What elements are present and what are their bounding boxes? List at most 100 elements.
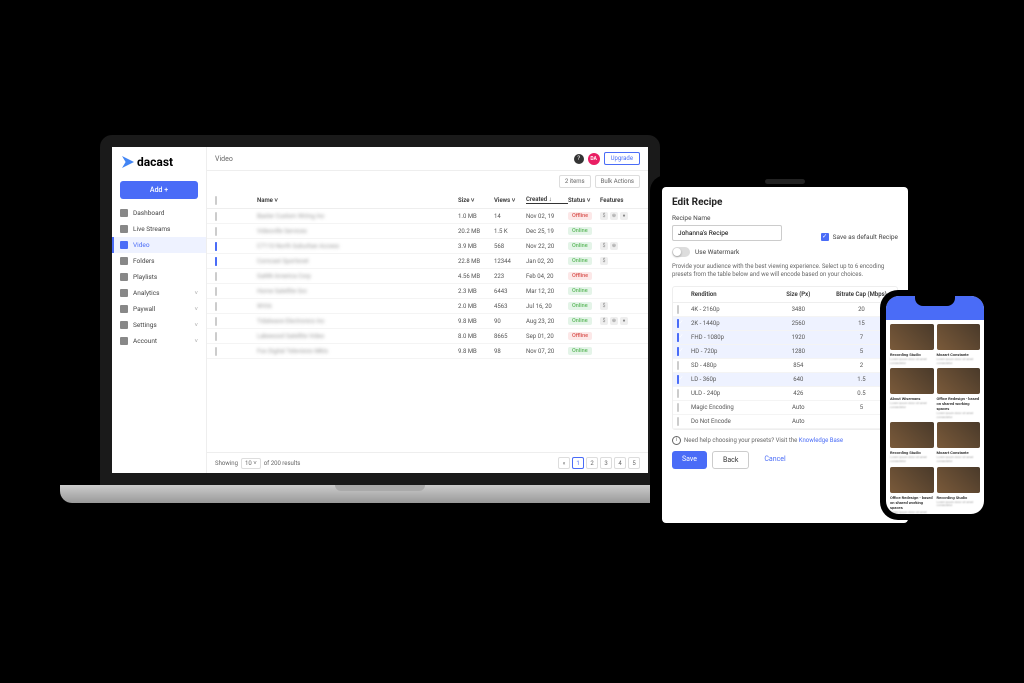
row-checkbox[interactable]	[215, 272, 217, 281]
rendition-row[interactable]: Magic EncodingAuto5	[673, 401, 897, 415]
media-card[interactable]: Mozart ConstanteLorem ipsum dolor sit am…	[937, 422, 981, 463]
rendition-row[interactable]: LD - 360p6401.5	[673, 373, 897, 387]
table-row[interactable]: Baxter Custom Wiring Inc1.0 MB14Nov 02, …	[207, 209, 648, 224]
nav-icon	[120, 209, 128, 217]
select-all-checkbox[interactable]	[215, 196, 217, 205]
chevron-down-icon: ˅	[194, 322, 198, 329]
nav-item-analytics[interactable]: Analytics˅	[112, 285, 206, 301]
status-badge: Online	[568, 302, 592, 310]
watermark-toggle[interactable]	[672, 247, 690, 257]
nav-item-settings[interactable]: Settings˅	[112, 317, 206, 333]
nav-icon	[120, 321, 128, 329]
media-card[interactable]: Office Redesign - based on shared workin…	[937, 368, 981, 419]
page-title: Video	[215, 155, 233, 163]
row-checkbox[interactable]	[215, 332, 217, 341]
row-checkbox[interactable]	[215, 302, 217, 311]
page-number[interactable]: 3	[600, 457, 612, 469]
page-number[interactable]: 2	[586, 457, 598, 469]
rendition-row[interactable]: FHD - 1080p19207	[673, 331, 897, 345]
media-card[interactable]: Recording StudioLorem ipsum dolor sit am…	[937, 467, 981, 514]
col-created[interactable]: Created ↓	[526, 196, 568, 204]
row-checkbox[interactable]	[215, 317, 217, 326]
page-number[interactable]: 5	[628, 457, 640, 469]
table-row[interactable]: Comcast Sportsnet22.8 MB12344Jan 02, 20O…	[207, 254, 648, 269]
col-status[interactable]: Status ˅	[568, 197, 600, 204]
avatar[interactable]: DA	[588, 153, 600, 165]
logo-icon	[122, 156, 134, 168]
nav-item-playlists[interactable]: Playlists	[112, 269, 206, 285]
rendition-row[interactable]: ULD - 240p4260.5	[673, 387, 897, 401]
media-card[interactable]: Office Redesign - based on shared workin…	[890, 467, 934, 514]
status-badge: Online	[568, 257, 592, 265]
rendition-checkbox[interactable]	[677, 347, 679, 356]
chevron-down-icon: ˅	[194, 338, 198, 345]
table-row[interactable]: Tidalwave Electronics Inc9.8 MB90Aug 23,…	[207, 314, 648, 329]
table-row[interactable]: Home Satellite Svc2.3 MB6443Mar 12, 20On…	[207, 284, 648, 299]
help-icon[interactable]: ?	[574, 154, 584, 164]
table-row[interactable]: Lakewood Satellite Video8.0 MB8665Sep 01…	[207, 329, 648, 344]
table-row[interactable]: C7110 North Suburban Access3.9 MB568Nov …	[207, 239, 648, 254]
per-page-select[interactable]: 10 ˅	[241, 458, 261, 469]
row-checkbox[interactable]	[215, 257, 217, 266]
rendition-checkbox[interactable]	[677, 417, 679, 426]
col-views[interactable]: Views ˅	[494, 197, 526, 204]
row-checkbox[interactable]	[215, 227, 217, 236]
feature-icon: ⊕	[610, 242, 618, 250]
media-card[interactable]: Recording StudioLorem ipsum dolor sit am…	[890, 422, 934, 463]
rendition-row[interactable]: Do Not EncodeAuto	[673, 415, 897, 429]
row-checkbox[interactable]	[215, 242, 217, 251]
video-table: Name ˅ Size ˅ Views ˅ Created ↓ Status ˅…	[207, 192, 648, 452]
rendition-checkbox[interactable]	[677, 389, 679, 398]
nav-item-folders[interactable]: Folders	[112, 253, 206, 269]
rendition-checkbox[interactable]	[677, 333, 679, 342]
status-badge: Offline	[568, 272, 592, 280]
media-card[interactable]: Mozart ConstanteLorem ipsum dolor sit am…	[937, 324, 981, 365]
modal-title: Edit Recipe	[672, 197, 898, 208]
rendition-row[interactable]: 2K - 1440p256015	[673, 317, 897, 331]
rendition-checkbox[interactable]	[677, 361, 679, 370]
feature-icon: $	[600, 212, 608, 220]
bulk-actions-button[interactable]: Bulk Actions	[595, 175, 640, 188]
nav-icon	[120, 257, 128, 265]
page-number[interactable]: 4	[614, 457, 626, 469]
cancel-button[interactable]: Cancel	[754, 451, 795, 469]
rendition-checkbox[interactable]	[677, 319, 679, 328]
card-thumbnail	[937, 467, 981, 493]
col-name[interactable]: Name ˅	[257, 197, 458, 204]
status-badge: Offline	[568, 212, 592, 220]
nav-item-dashboard[interactable]: Dashboard	[112, 205, 206, 221]
col-size[interactable]: Size ˅	[458, 197, 494, 204]
row-checkbox[interactable]	[215, 347, 217, 356]
nav-item-paywall[interactable]: Paywall˅	[112, 301, 206, 317]
media-card[interactable]: Recording StudioLorem ipsum dolor sit am…	[890, 324, 934, 365]
row-checkbox[interactable]	[215, 287, 217, 296]
back-button[interactable]: Back	[712, 451, 749, 469]
laptop-device: dacast Add + DashboardLive StreamsVideoF…	[100, 135, 660, 535]
media-card[interactable]: About WisemansLorem ipsum dolor sit amet…	[890, 368, 934, 419]
nav-item-video[interactable]: Video	[112, 237, 206, 253]
add-button[interactable]: Add +	[120, 181, 198, 199]
recipe-name-input[interactable]: Johanna's Recipe	[672, 225, 782, 241]
nav-item-account[interactable]: Account˅	[112, 333, 206, 349]
knowledge-base-link[interactable]: Knowledge Base	[799, 437, 843, 444]
upgrade-button[interactable]: Upgrade	[604, 152, 640, 165]
table-row[interactable]: Fox Digital Television Mkts9.8 MB98Nov 0…	[207, 344, 648, 359]
row-checkbox[interactable]	[215, 212, 217, 221]
rendition-checkbox[interactable]	[677, 375, 679, 384]
card-thumbnail	[937, 368, 981, 394]
page-number[interactable]: 1	[572, 457, 584, 469]
rendition-row[interactable]: SD - 480p8542	[673, 359, 897, 373]
rendition-checkbox[interactable]	[677, 305, 679, 314]
nav-item-live-streams[interactable]: Live Streams	[112, 221, 206, 237]
rendition-checkbox[interactable]	[677, 403, 679, 412]
status-badge: Online	[568, 242, 592, 250]
rendition-row[interactable]: HD - 720p12805	[673, 345, 897, 359]
item-count: 2 items	[559, 175, 591, 188]
rendition-row[interactable]: 4K - 2160p348020	[673, 303, 897, 317]
table-row[interactable]: GaNN America Corp4.56 MB223Feb 04, 20Off…	[207, 269, 648, 284]
save-default-checkbox[interactable]	[821, 233, 829, 241]
table-row[interactable]: Videoville Services20.2 MB1.5 KDec 25, 1…	[207, 224, 648, 239]
save-button[interactable]: Save	[672, 451, 707, 469]
table-row[interactable]: WVIA2.0 MB4563Jul 16, 20Online$	[207, 299, 648, 314]
page-first[interactable]: «	[558, 457, 570, 469]
